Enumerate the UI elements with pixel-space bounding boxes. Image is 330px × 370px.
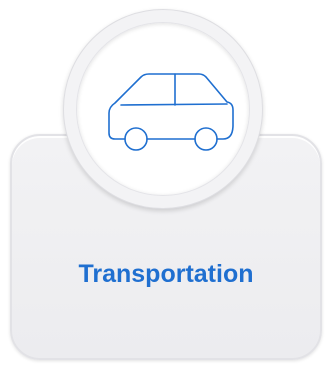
category-label: Transportation [78,260,254,288]
transportation-category-tile[interactable]: Transportation [0,0,330,370]
car-icon [108,73,234,151]
icon-badge-inner [76,22,250,196]
icon-badge [63,9,263,209]
